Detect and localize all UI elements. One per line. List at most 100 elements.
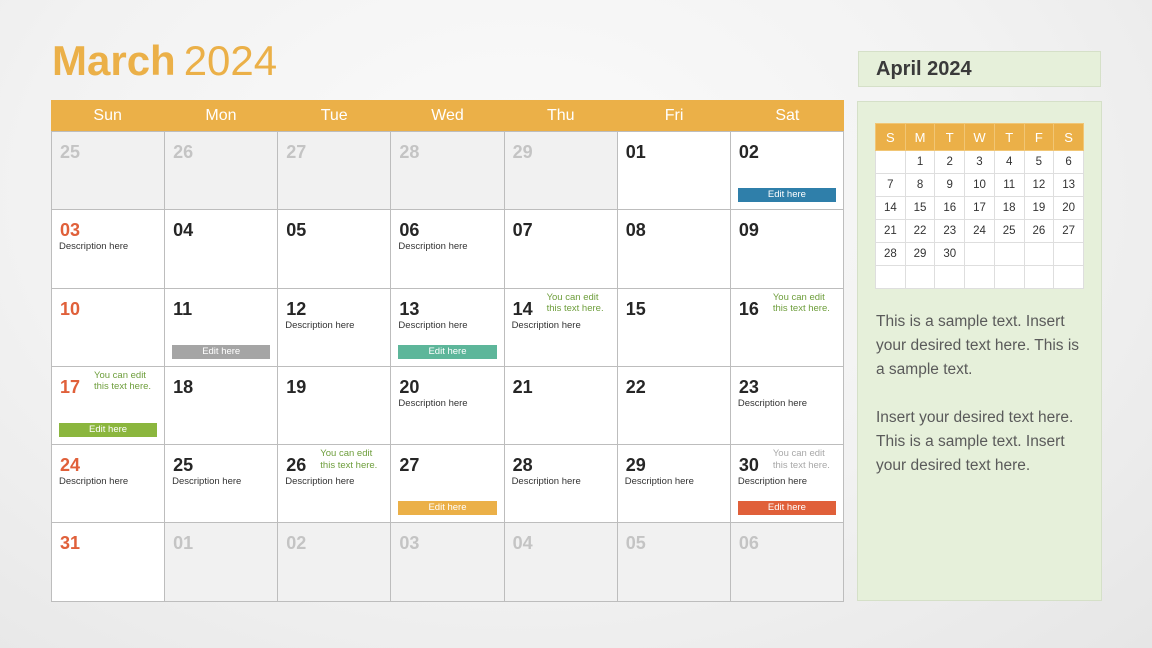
day-cell[interactable]: 18: [165, 366, 279, 446]
mini-day-cell[interactable]: 22: [904, 219, 936, 243]
mini-day-cell[interactable]: 16: [934, 196, 966, 220]
mini-day-cell[interactable]: [993, 265, 1025, 289]
day-number: 01: [173, 533, 194, 554]
mini-day-cell[interactable]: [964, 242, 995, 266]
mini-day-cell[interactable]: 1: [904, 150, 936, 174]
mini-day-cell[interactable]: 20: [1053, 196, 1084, 220]
day-cell[interactable]: 16 You can edit this text here.: [730, 288, 844, 367]
mini-day-cell[interactable]: 28: [875, 242, 906, 266]
day-cell[interactable]: 28: [391, 132, 505, 211]
day-cell[interactable]: 02: [278, 523, 392, 602]
mini-day-cell[interactable]: [904, 265, 936, 289]
day-cell[interactable]: 25 Description here: [165, 445, 279, 524]
day-cell[interactable]: 04: [165, 210, 279, 289]
mini-day-cell[interactable]: 30: [934, 242, 966, 266]
mini-day-cell[interactable]: [1053, 265, 1084, 289]
mini-day-cell[interactable]: [964, 265, 995, 289]
day-cell[interactable]: 10: [52, 288, 166, 367]
day-cell[interactable]: 22: [617, 366, 731, 446]
mini-day-cell[interactable]: 4: [993, 150, 1025, 174]
mini-day-cell[interactable]: [934, 265, 966, 289]
day-cell[interactable]: 26: [165, 132, 279, 211]
mini-day-cell[interactable]: 10: [964, 173, 995, 197]
mini-day-cell[interactable]: 13: [1053, 173, 1084, 197]
day-cell[interactable]: 06 Description here: [391, 210, 505, 289]
day-cell[interactable]: 11 Edit here: [165, 288, 279, 367]
day-cell[interactable]: 14 Description here You can edit this text …: [504, 288, 618, 367]
day-cell[interactable]: 19: [278, 366, 392, 446]
day-cell[interactable]: 04: [504, 523, 618, 602]
mini-day-cell[interactable]: 7: [875, 173, 906, 197]
mini-day-cell[interactable]: 18: [993, 196, 1025, 220]
day-cell[interactable]: 30 Description here You can edit this text …: [730, 445, 844, 524]
mini-day-cell[interactable]: [1023, 242, 1055, 266]
day-cell[interactable]: 09: [730, 210, 844, 289]
day-cell[interactable]: 02 Edit here: [730, 132, 844, 211]
day-number: 22: [625, 376, 646, 397]
mini-day-cell[interactable]: 12: [1023, 173, 1055, 197]
day-cell[interactable]: 24 Description here: [52, 445, 166, 524]
day-number: 06: [399, 220, 420, 241]
day-cell[interactable]: 27 Edit here: [391, 445, 505, 524]
day-cell[interactable]: 29: [504, 132, 618, 211]
day-cell[interactable]: 01: [617, 132, 731, 211]
edit-here-button[interactable]: Edit here: [59, 423, 158, 438]
mini-day-cell[interactable]: 19: [1023, 196, 1055, 220]
day-cell[interactable]: 15: [617, 288, 731, 367]
day-cell[interactable]: 08: [617, 210, 731, 289]
day-cell[interactable]: 07: [504, 210, 618, 289]
mini-day-cell[interactable]: [875, 265, 906, 289]
mini-day-cell[interactable]: 21: [875, 219, 906, 243]
mini-day-cell[interactable]: 2: [934, 150, 966, 174]
day-cell[interactable]: 27: [278, 132, 392, 211]
day-number: 20: [399, 376, 420, 397]
mini-day-cell[interactable]: 14: [875, 196, 906, 220]
edit-here-button[interactable]: Edit here: [172, 344, 271, 359]
mini-day-cell[interactable]: 5: [1023, 150, 1055, 174]
mini-day-cell[interactable]: 11: [993, 173, 1025, 197]
edit-here-button[interactable]: Edit here: [398, 344, 497, 359]
mini-day-cell[interactable]: [1053, 242, 1084, 266]
day-number: 10: [60, 298, 81, 319]
day-cell[interactable]: 05: [278, 210, 392, 289]
day-cell[interactable]: 06: [730, 523, 844, 602]
mini-day-cell[interactable]: 27: [1053, 219, 1084, 243]
day-note-line: this text here.: [320, 459, 378, 471]
mini-day-cell[interactable]: [875, 150, 906, 174]
day-number: 01: [625, 142, 646, 162]
day-cell[interactable]: 20 Description here: [391, 366, 505, 446]
mini-day-cell[interactable]: 25: [993, 219, 1025, 243]
day-cell[interactable]: 01: [165, 523, 279, 602]
day-cell[interactable]: 05: [617, 523, 731, 602]
mini-day-cell[interactable]: 3: [964, 150, 995, 174]
mini-day-cell[interactable]: 6: [1053, 150, 1084, 174]
edit-here-button[interactable]: Edit here: [398, 501, 497, 516]
mini-day-cell[interactable]: 8: [904, 173, 936, 197]
mini-day-cell[interactable]: 23: [934, 219, 966, 243]
day-cell[interactable]: 28 Description here: [504, 445, 618, 524]
day-cell[interactable]: 03: [391, 523, 505, 602]
day-cell[interactable]: 17 You can edit this text here. Edit here: [52, 366, 166, 446]
day-cell[interactable]: 26 Description here You can edit this text …: [278, 445, 392, 524]
day-cell[interactable]: 25: [52, 132, 166, 211]
title-month: March: [52, 37, 176, 84]
mini-day-cell[interactable]: 17: [964, 196, 995, 220]
edit-here-button[interactable]: Edit here: [737, 501, 836, 516]
day-number: 21: [512, 376, 533, 397]
sidebar-panel: SMTWTFS 1 2 3 4 5 6 7 8 9 10 11 12 13 14 15 16 17 18 19 20 2…: [857, 101, 1102, 601]
mini-day-cell[interactable]: [993, 242, 1025, 266]
day-cell[interactable]: 12 Description here: [278, 288, 392, 367]
day-cell[interactable]: 21: [504, 366, 618, 446]
mini-day-cell[interactable]: 26: [1023, 219, 1055, 243]
day-cell[interactable]: 13 Description here Edit here: [391, 288, 505, 367]
mini-day-cell[interactable]: 29: [904, 242, 936, 266]
mini-day-cell[interactable]: 24: [964, 219, 995, 243]
mini-day-cell[interactable]: 9: [934, 173, 966, 197]
day-cell[interactable]: 31: [52, 523, 166, 602]
mini-day-cell[interactable]: [1023, 265, 1055, 289]
day-cell[interactable]: 29 Description here: [617, 445, 731, 524]
day-cell[interactable]: 23 Description here: [730, 366, 844, 446]
day-cell[interactable]: 03 Description here: [52, 210, 166, 289]
edit-here-button[interactable]: Edit here: [737, 188, 836, 203]
mini-day-cell[interactable]: 15: [904, 196, 936, 220]
